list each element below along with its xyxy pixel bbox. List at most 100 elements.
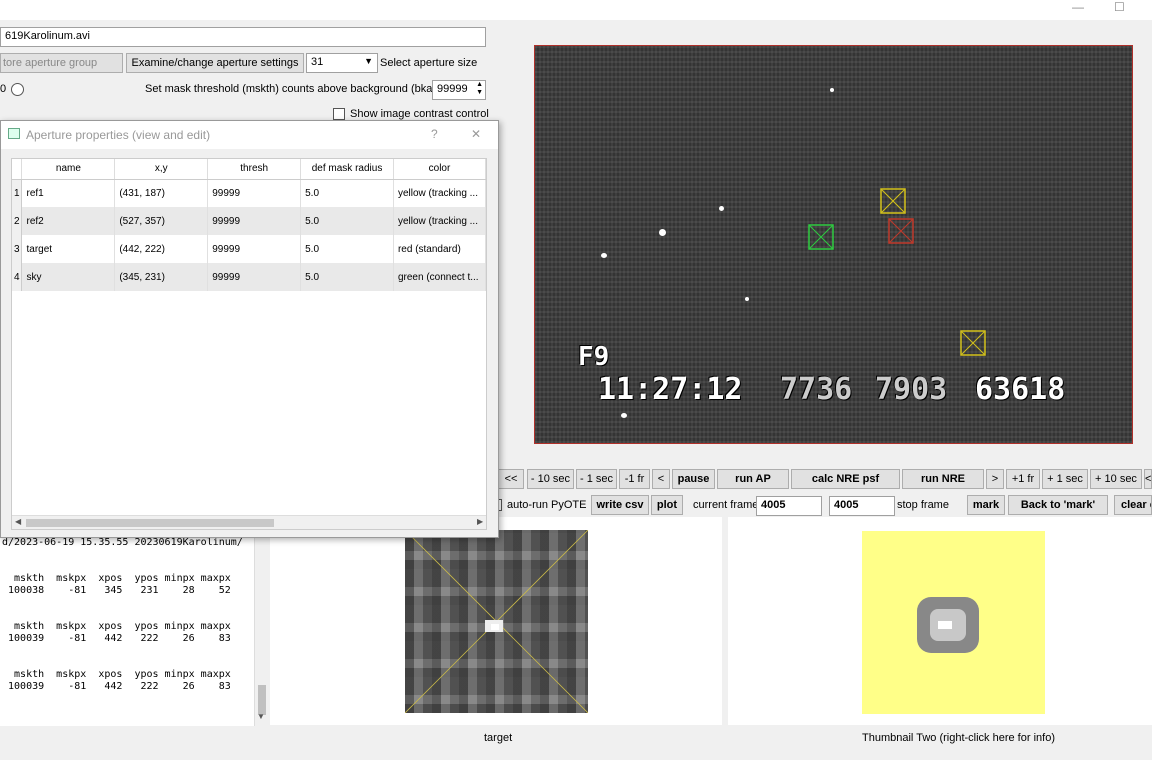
column-header[interactable]: def mask radius [300,159,394,180]
cell-color[interactable]: red (standard) [393,235,487,263]
cell-name[interactable]: sky [21,263,116,291]
back-10-sec-button[interactable]: - 10 sec [527,469,574,489]
table-scroll-thumb[interactable] [26,519,274,527]
maximize-icon[interactable]: ☐ [1114,0,1125,14]
column-header[interactable]: color [393,159,487,180]
cell-color[interactable]: yellow (tracking ... [393,179,487,207]
jump-end-button[interactable]: < [1144,469,1152,489]
scroll-down-icon[interactable]: ▼ [257,712,265,721]
console-line: mskth mskpx xpos ypos minpx maxpx [2,573,231,584]
cell-xy[interactable]: (442, 222) [114,235,209,263]
cell-radius[interactable]: 5.0 [300,263,394,291]
mark-button[interactable]: mark [967,495,1005,515]
column-header[interactable]: thresh [207,159,302,180]
scroll-right-icon[interactable]: ▶ [477,517,483,526]
column-header[interactable]: name [21,159,116,180]
sky-aperture-marker[interactable] [808,224,834,250]
clear-button[interactable]: clear c [1114,495,1152,515]
examine-aperture-settings-button[interactable]: Examine/change aperture settings [126,53,304,73]
thumbnail-two-image[interactable] [862,531,1045,714]
console-line: mskth mskpx xpos ypos minpx maxpx [2,669,231,680]
file-path-field[interactable]: 619Karolinum.avi [0,27,486,47]
ref1-aperture-marker[interactable] [880,188,906,214]
star [745,297,749,301]
table-row[interactable]: 2 ref2 (527, 357) 99999 5.0 yellow (trac… [12,207,487,235]
cell-xy[interactable]: (345, 231) [114,263,209,291]
cell-xy[interactable]: (527, 357) [114,207,209,235]
aperture-size-select[interactable]: 31 ▼ [306,53,378,73]
contrast-control-label: Show image contrast control [350,108,489,120]
row-number[interactable]: 3 [12,235,23,263]
cell-name[interactable]: target [21,235,116,263]
console-text: d/2023-06-19 15.35.55 20230619Karolinum/… [0,530,268,693]
table-row[interactable]: 4 sky (345, 231) 99999 5.0 green (connec… [12,263,487,291]
cell-thresh[interactable]: 99999 [207,207,302,235]
row-number[interactable]: 1 [12,179,23,207]
cell-name[interactable]: ref2 [21,207,116,235]
help-icon[interactable]: ? [431,127,438,141]
cell-thresh[interactable]: 99999 [207,263,302,291]
row-number[interactable]: 2 [12,207,23,235]
dialog-titlebar[interactable]: Aperture properties (view and edit) ? ✕ [1,121,498,149]
star [830,88,834,92]
current-frame-label: current frame [693,499,759,511]
forward-10-sec-button[interactable]: + 10 sec [1090,469,1142,489]
run-nre-button[interactable]: run NRE [902,469,984,489]
table-row[interactable]: 1 ref1 (431, 187) 99999 5.0 yellow (trac… [12,179,487,207]
target-aperture-marker[interactable] [888,218,914,244]
back-1-frame-button[interactable]: -1 fr [619,469,650,489]
contrast-control-checkbox[interactable] [333,108,345,120]
corner-header[interactable] [12,159,23,180]
cell-thresh[interactable]: 99999 [207,235,302,263]
close-icon[interactable]: ✕ [471,127,481,141]
spinner-arrows-icon[interactable]: ▲ ▼ [476,81,483,97]
star [659,229,666,236]
table-row[interactable]: 3 target (442, 222) 99999 5.0 red (stand… [12,235,487,263]
run-ap-button[interactable]: run AP [717,469,789,489]
console-scrollbar[interactable]: ▼ [254,530,268,726]
thumbnail-one-image[interactable] [405,530,588,713]
pause-button[interactable]: pause [672,469,715,489]
star [621,413,627,418]
scroll-left-icon[interactable]: ◀ [15,517,21,526]
aperture-properties-dialog[interactable]: Aperture properties (view and edit) ? ✕ … [0,120,499,538]
forward-1-frame-button[interactable]: +1 fr [1006,469,1040,489]
cell-radius[interactable]: 5.0 [300,179,394,207]
main-video-frame[interactable]: F9 11:27:12 7736 7903 63618 [534,45,1133,444]
radio-button[interactable] [11,83,24,96]
forward-1-sec-button[interactable]: + 1 sec [1042,469,1088,489]
cell-name[interactable]: ref1 [21,179,116,207]
window-app-icon [8,128,20,139]
row-number[interactable]: 4 [12,263,23,291]
step-forward-button[interactable]: > [986,469,1004,489]
back-1-sec-button[interactable]: - 1 sec [576,469,617,489]
cell-color[interactable]: yellow (tracking ... [393,207,487,235]
step-back-button[interactable]: < [652,469,670,489]
minimize-icon[interactable]: — [1072,0,1084,14]
thumbnail-two-label[interactable]: Thumbnail Two (right-click here for info… [862,732,1055,744]
current-frame-input[interactable]: 4005 [756,496,822,516]
aperture-size-value: 31 [311,56,324,68]
restore-aperture-group-button[interactable]: tore aperture group [0,53,123,73]
radio-label: 0 [0,83,7,95]
aperture-size-label: Select aperture size [380,57,478,69]
cell-color[interactable]: green (connect t... [393,263,487,291]
stop-frame-input[interactable]: 4005 [829,496,895,516]
cell-thresh[interactable]: 99999 [207,179,302,207]
console-scroll-thumb[interactable] [258,685,266,715]
log-console[interactable]: d/2023-06-19 15.35.55 20230619Karolinum/… [0,530,268,726]
column-header[interactable]: x,y [114,159,209,180]
jump-start-button[interactable]: << [498,469,524,489]
cell-radius[interactable]: 5.0 [300,207,394,235]
plot-button[interactable]: plot [651,495,683,515]
aperture-table-container[interactable]: name x,y thresh def mask radius color 1 … [11,158,487,530]
chevron-down-icon: ▼ [364,56,373,66]
mask-threshold-spinbox[interactable]: 99999 ▲ ▼ [432,80,486,100]
table-horizontal-scrollbar[interactable]: ◀ ▶ [12,515,486,529]
cell-radius[interactable]: 5.0 [300,235,394,263]
calc-nre-psf-button[interactable]: calc NRE psf [791,469,900,489]
ref2-aperture-marker[interactable] [960,330,986,356]
write-csv-button[interactable]: write csv [591,495,649,515]
cell-xy[interactable]: (431, 187) [114,179,209,207]
back-to-mark-button[interactable]: Back to 'mark' [1008,495,1108,515]
